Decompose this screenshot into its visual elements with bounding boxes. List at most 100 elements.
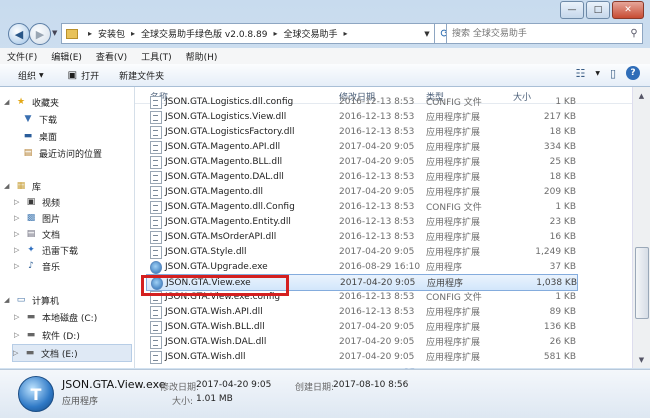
- collapse-icon[interactable]: ◢: [4, 296, 12, 304]
- chevron-right-icon: ▸: [273, 29, 278, 38]
- sidebar-item-downloads[interactable]: ▼ 下载: [22, 111, 57, 127]
- details-pane: T JSON.GTA.View.exe 应用程序 修改日期: 2017-04-2…: [0, 369, 650, 418]
- maximize-button[interactable]: □: [586, 1, 610, 19]
- sidebar-item-drive-c[interactable]: ▷ ▬ 本地磁盘 (C:): [14, 309, 97, 325]
- address-dropdown-icon[interactable]: ▼: [420, 30, 434, 38]
- recent-pages-dropdown[interactable]: ▼: [52, 29, 57, 37]
- expand-icon[interactable]: ▷: [14, 331, 22, 339]
- scroll-up-icon[interactable]: ▲: [634, 88, 649, 103]
- expand-icon[interactable]: ▷: [14, 214, 22, 222]
- search-box[interactable]: ⚲: [446, 23, 643, 44]
- sidebar-item-documents[interactable]: ▷ ▤ 文档: [14, 226, 60, 242]
- file-size: 25 KB: [549, 156, 576, 167]
- file-name: JSON.GTA.Wish.dll: [165, 351, 246, 362]
- expand-icon[interactable]: ▷: [14, 246, 22, 254]
- file-row[interactable]: JSON.GTA.Wish.BLL.dll 2017-04-20 9:05 应用程序…: [146, 319, 576, 334]
- sidebar-item-music[interactable]: ▷ ♪ 音乐: [14, 258, 60, 274]
- breadcrumb-item[interactable]: 全球交易助手: [283, 27, 337, 40]
- expand-icon[interactable]: ▷: [14, 198, 22, 206]
- menu-view[interactable]: 查看(V): [89, 50, 134, 63]
- minimize-button[interactable]: —: [560, 1, 584, 19]
- file-row[interactable]: JSON.GTA.View.exe.config 2016-12-13 8:53 C…: [146, 289, 576, 304]
- menu-edit[interactable]: 编辑(E): [44, 50, 89, 63]
- music-note-icon: ♪: [28, 261, 34, 271]
- breadcrumb-item[interactable]: 全球交易助手绿色版 v2.0.8.89: [141, 27, 267, 40]
- search-input[interactable]: [447, 27, 626, 40]
- close-button[interactable]: ✕: [612, 1, 644, 19]
- file-size: 136 KB: [543, 321, 576, 332]
- menu-file[interactable]: 文件(F): [0, 50, 44, 63]
- file-size: 1,038 KB: [536, 277, 577, 288]
- back-button[interactable]: ◀: [8, 23, 30, 45]
- file-size: 26 KB: [549, 336, 576, 347]
- sidebar-item-drive-d[interactable]: ▷ ▬ 软件 (D:): [14, 327, 80, 343]
- breadcrumb-item[interactable]: 安装包: [98, 27, 125, 40]
- file-name: JSON.GTA.Logistics.View.dll: [165, 111, 287, 122]
- sidebar-label: 软件 (D:): [42, 331, 80, 342]
- new-folder-label: 新建文件夹: [119, 71, 165, 82]
- file-row[interactable]: JSON.GTA.Magento.BLL.dll 2017-04-20 9:05 应…: [146, 154, 576, 169]
- sidebar-item-thunder[interactable]: ▷ ✦ 迅雷下载: [14, 242, 78, 258]
- config-file-icon: [150, 201, 162, 214]
- picture-library-icon: ▩: [26, 213, 36, 223]
- file-size: 1,249 KB: [535, 246, 576, 257]
- forward-button[interactable]: ▶: [29, 23, 51, 45]
- view-mode-icon[interactable]: ☷: [575, 67, 585, 80]
- file-row[interactable]: JSON.GTA.Magento.dll 2017-04-20 9:05 应用程序扩…: [146, 184, 576, 199]
- arrow-right-icon: ▶: [35, 27, 45, 41]
- file-row[interactable]: JSON.GTA.Magento.DAL.dll 2016-12-13 8:53 应…: [146, 169, 576, 184]
- config-file-icon: [150, 96, 162, 109]
- sidebar-item-videos[interactable]: ▷ ▣ 视频: [14, 194, 60, 210]
- help-icon[interactable]: ?: [626, 66, 640, 80]
- file-date: 2016-12-13 8:53: [339, 111, 415, 122]
- file-row[interactable]: JSON.GTA.Wish.DAL.dll 2017-04-20 9:05 应用程序…: [146, 334, 576, 349]
- open-button[interactable]: ▣ 打开: [60, 65, 107, 85]
- menu-help[interactable]: 帮助(H): [179, 50, 225, 63]
- file-name: JSON.GTA.View.exe.config: [165, 291, 281, 302]
- expand-icon[interactable]: ▷: [14, 313, 22, 321]
- preview-pane-icon[interactable]: ▯: [610, 67, 616, 80]
- expand-icon[interactable]: ▷: [13, 349, 21, 357]
- collapse-icon[interactable]: ◢: [4, 98, 12, 106]
- file-row[interactable]: JSON.GTA.MsOrderAPI.dll 2016-12-13 8:53 应用…: [146, 229, 576, 244]
- chevron-down-icon: ▼: [39, 71, 44, 79]
- sidebar-item-drive-e[interactable]: ▷ ▬ 文档 (E:): [12, 344, 132, 362]
- address-bar[interactable]: ▸ 安装包 ▸ 全球交易助手绿色版 v2.0.8.89 ▸ 全球交易助手 ▸ ▼: [61, 23, 435, 44]
- file-size: 18 KB: [549, 171, 576, 182]
- new-folder-button[interactable]: 新建文件夹: [111, 65, 172, 85]
- view-dropdown-icon[interactable]: ▼: [595, 70, 600, 77]
- file-row[interactable]: JSON.GTA.Style.dll 2017-04-20 9:05 应用程序扩展 1…: [146, 244, 576, 259]
- sidebar-label: 视频: [42, 198, 61, 209]
- scroll-down-icon[interactable]: ▼: [634, 352, 649, 367]
- file-row[interactable]: JSON.GTA.LogisticsFactory.dll 2016-12-13 …: [146, 124, 576, 139]
- vertical-scrollbar[interactable]: ▲ ▼: [632, 87, 650, 368]
- file-row[interactable]: JSON.GTA.Wish.dll 2017-04-20 9:05 应用程序扩展 58…: [146, 349, 576, 364]
- menu-tools[interactable]: 工具(T): [134, 50, 179, 63]
- sidebar-item-computer[interactable]: ◢ ▭ 计算机: [4, 292, 59, 308]
- modified-label: 修改日期:: [160, 383, 200, 393]
- file-name: JSON.GTA.Wish.API.dll: [165, 306, 263, 317]
- file-row[interactable]: JSON.GTA.Magento.API.dll 2017-04-20 9:05 应…: [146, 139, 576, 154]
- sidebar-item-recent[interactable]: ▤ 最近访问的位置: [22, 145, 102, 161]
- file-type: 应用程序扩展: [426, 218, 481, 228]
- sidebar-item-favorites[interactable]: ◢ ★ 收藏夹: [4, 94, 59, 110]
- file-type: 应用程序: [427, 279, 464, 289]
- file-row[interactable]: JSON.GTA.Magento.dll.Config 2016-12-13 8:…: [146, 199, 576, 214]
- file-row[interactable]: JSON.GTA.Wish.API.dll 2016-12-13 8:53 应用程序…: [146, 304, 576, 319]
- sidebar-item-pictures[interactable]: ▷ ▩ 图片: [14, 210, 60, 226]
- collapse-icon[interactable]: ◢: [4, 182, 12, 190]
- file-row[interactable]: JSON.GTA.Logistics.dll.config 2016-12-13 …: [146, 94, 576, 109]
- file-name: JSON.GTA.Logistics.dll.config: [165, 96, 294, 107]
- file-row[interactable]: JSON.GTA.Upgrade.exe 2016-08-29 16:10 应用程序…: [146, 259, 576, 274]
- search-icon[interactable]: ⚲: [626, 28, 642, 39]
- organize-button[interactable]: 组织 ▼: [10, 65, 52, 85]
- sidebar-item-libraries[interactable]: ◢ ▦ 库: [4, 178, 41, 194]
- expand-icon[interactable]: ▷: [14, 262, 22, 270]
- organize-label: 组织: [18, 71, 37, 82]
- scroll-thumb[interactable]: [635, 247, 649, 319]
- sidebar-item-desktop[interactable]: ▬ 桌面: [22, 128, 57, 144]
- file-row[interactable]: JSON.GTA.Magento.Entity.dll 2016-12-13 8:…: [146, 214, 576, 229]
- file-row[interactable]: JSON.GTA.Logistics.View.dll 2016-12-13 8:…: [146, 109, 576, 124]
- expand-icon[interactable]: ▷: [14, 230, 22, 238]
- sidebar-label: 文档: [42, 230, 61, 241]
